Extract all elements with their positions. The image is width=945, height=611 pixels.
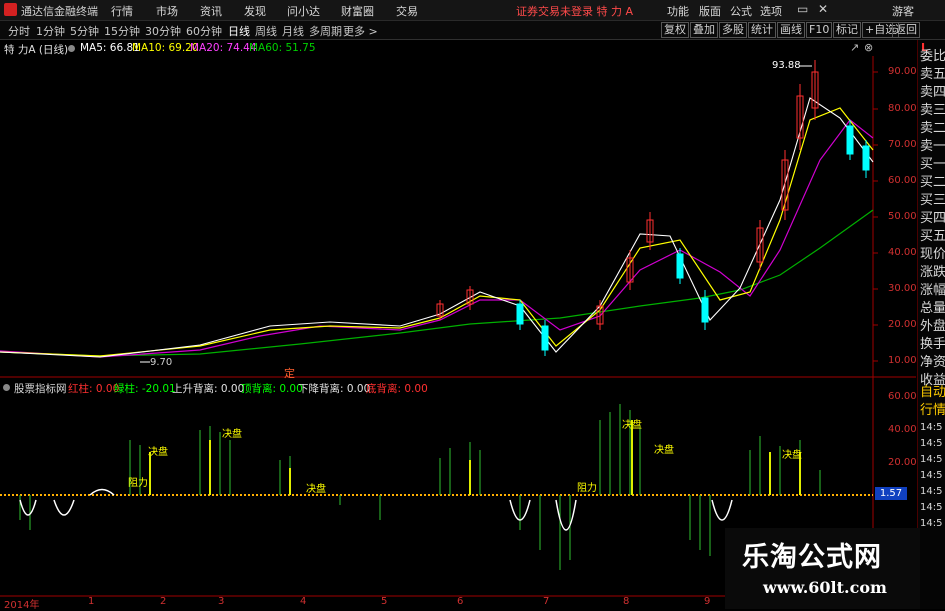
indicator-top-divergence: 顶背离: 0.00 <box>241 383 303 395</box>
decision-label: 决盘 <box>622 420 642 431</box>
low-price-label: 9.70 <box>150 357 173 368</box>
panel-item-price[interactable]: 现价 <box>920 246 945 264</box>
kline-chart-canvas <box>0 56 916 597</box>
panel-item-bid3[interactable]: 买三 <box>920 192 945 210</box>
panel-item-ask3[interactable]: 卖三 <box>920 102 945 120</box>
tick-time: 14:5 <box>920 438 943 449</box>
decision-label: 决盘 <box>654 445 674 456</box>
price-tick-50: 50.00 <box>888 211 917 222</box>
tick-time: 14:5 <box>920 502 943 513</box>
indicator-tick-20: 20.00 <box>888 457 917 468</box>
date-tick-may: 5 <box>381 596 388 607</box>
indicator-tick-60: 60.00 <box>888 391 917 402</box>
indicator-bottom-divergence: 底背离: 0.00 <box>366 383 428 395</box>
panel-item-change-pct[interactable]: 涨幅 <box>920 282 945 300</box>
panel-item-turnover[interactable]: 换手 <box>920 336 945 354</box>
price-tick-90: 90.00 <box>888 66 917 77</box>
price-tick-10: 10.00 <box>888 355 917 366</box>
indicator-tick-40: 40.00 <box>888 424 917 435</box>
panel-item-ask5[interactable]: 卖五 <box>920 66 945 84</box>
panel-item-volume[interactable]: 总量 <box>920 300 945 318</box>
panel-item-auto[interactable]: 自动 <box>920 384 945 402</box>
decision-label: 决盘 <box>306 484 326 495</box>
date-tick-jul: 7 <box>543 596 550 607</box>
panel-item-change[interactable]: 涨跌 <box>920 264 945 282</box>
resistance-label: 阻力 <box>128 478 148 489</box>
price-tick-70: 70.00 <box>888 139 917 150</box>
decision-label: 决盘 <box>148 447 168 458</box>
panel-item-bid4[interactable]: 买四 <box>920 210 945 228</box>
panel-item-outer[interactable]: 外盘 <box>920 318 945 336</box>
price-tick-60: 60.00 <box>888 175 917 186</box>
indicator-settings-icon[interactable] <box>3 384 10 391</box>
quote-side-panel: L 委比 卖五 卖四 卖三 卖二 卖一 买一 买二 买三 买四 买五 现价 涨跌… <box>917 40 945 609</box>
candles <box>436 60 870 356</box>
tick-time: 14:5 <box>920 486 943 497</box>
date-tick-mar: 3 <box>218 596 225 607</box>
ma5-line <box>0 97 874 358</box>
indicator-current-value: 1.57 <box>875 487 907 500</box>
date-tick-apr: 4 <box>300 596 307 607</box>
panel-item-net-assets[interactable]: 净资 <box>920 354 945 372</box>
date-tick-jun: 6 <box>457 596 464 607</box>
price-tick-80: 80.00 <box>888 103 917 114</box>
panel-item-bid5[interactable]: 买五 <box>920 228 945 246</box>
tick-time: 14:5 <box>920 470 943 481</box>
date-tick-aug: 8 <box>623 596 630 607</box>
indicator-green: 绿柱: -20.01 <box>114 383 176 395</box>
price-tick-20: 20.00 <box>888 319 917 330</box>
date-tick-jan: 1 <box>88 596 95 607</box>
tick-time: 14:5 <box>920 518 943 529</box>
date-tick-feb: 2 <box>160 596 167 607</box>
marker-label: 定 <box>284 367 295 380</box>
panel-item-market[interactable]: 行情 <box>920 402 945 420</box>
indicator-red: 红柱: 0.00 <box>68 383 120 395</box>
price-tick-40: 40.00 <box>888 247 917 258</box>
indicator-yellow-bars <box>149 420 801 495</box>
watermark-title: 乐淘公式网 <box>742 542 882 573</box>
indicator-down-divergence: 下降背离: 0.00 <box>298 383 371 395</box>
decision-label: 决盘 <box>222 429 242 440</box>
ma10-line <box>0 107 874 357</box>
panel-item-ask1[interactable]: 卖一 <box>920 138 945 156</box>
indicator-name[interactable]: 股票指标网 <box>14 381 67 396</box>
price-tick-30: 30.00 <box>888 283 917 294</box>
indicator-up-divergence: 上升背离: 0.00 <box>172 383 245 395</box>
watermark-url: www.60lt.com <box>763 578 887 597</box>
resistance-label: 阻力 <box>577 483 597 494</box>
ma20-line <box>0 119 874 358</box>
panel-item-ask4[interactable]: 卖四 <box>920 84 945 102</box>
panel-item-ask2[interactable]: 卖二 <box>920 120 945 138</box>
panel-item-bid2[interactable]: 买二 <box>920 174 945 192</box>
date-tick-sep: 9 <box>704 596 711 607</box>
panel-item-bid1[interactable]: 买一 <box>920 156 945 174</box>
high-price-label: 93.88 <box>772 60 801 71</box>
panel-item-weibi[interactable]: 委比 <box>920 48 945 66</box>
tick-time: 14:5 <box>920 454 943 465</box>
tick-time: 14:5 <box>920 422 943 433</box>
decision-label: 决盘 <box>782 450 802 461</box>
